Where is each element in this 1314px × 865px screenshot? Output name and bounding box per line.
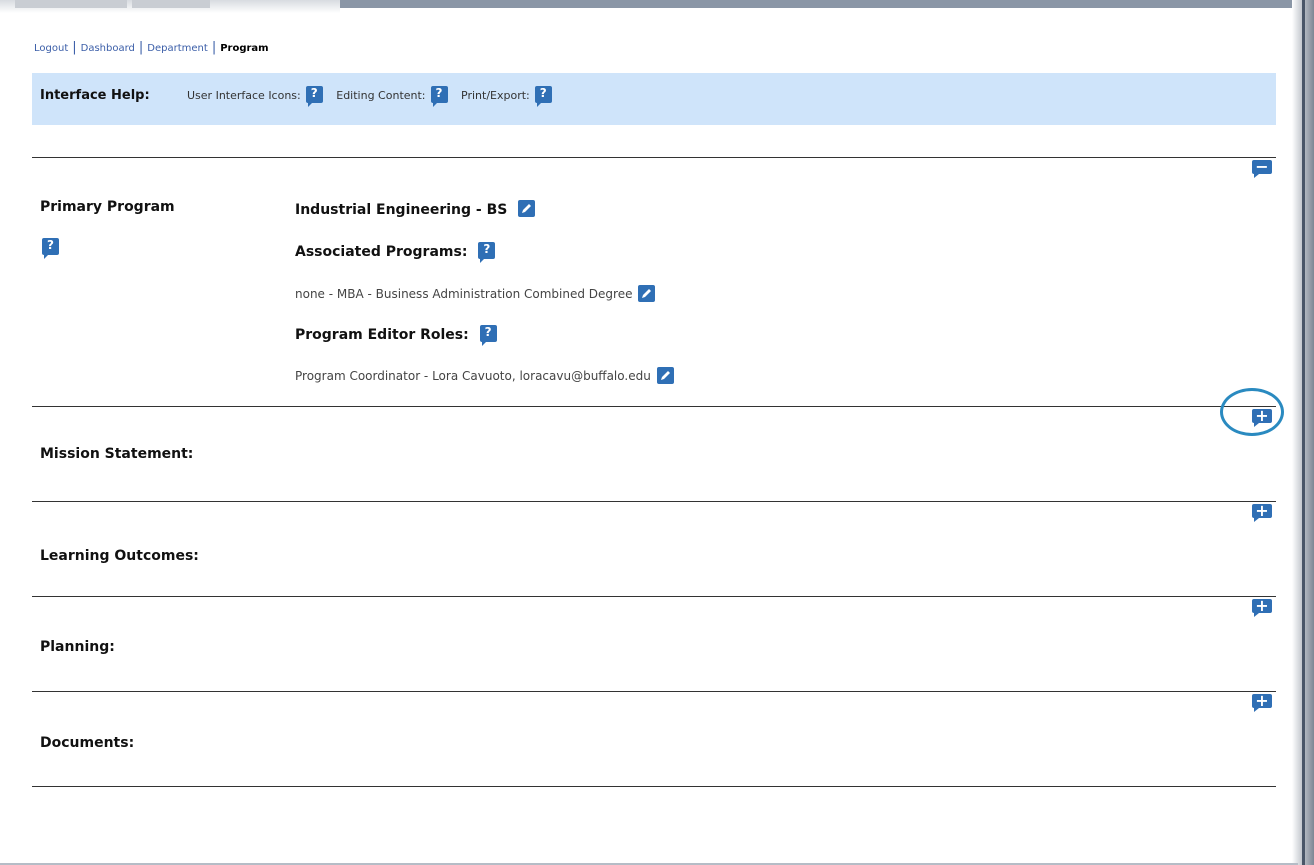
expand-section-icon[interactable]: +	[1252, 503, 1272, 522]
help-icon[interactable]: ?	[430, 85, 448, 107]
edit-pencil-icon[interactable]	[638, 284, 656, 302]
help-icon[interactable]: ?	[42, 238, 59, 259]
breadcrumb: Logout | Dashboard | Department | Program	[34, 40, 269, 55]
associated-programs-label: Associated Programs: ?	[295, 242, 496, 263]
help-item-label: User Interface Icons:	[187, 89, 301, 103]
associated-programs-value: none - MBA - Business Administration Com…	[295, 284, 656, 302]
help-icon[interactable]: ?	[534, 85, 552, 107]
help-icon[interactable]: ?	[305, 85, 323, 107]
window-edge	[1292, 0, 1314, 865]
help-icon[interactable]: ?	[478, 242, 496, 263]
section-divider	[32, 157, 1276, 158]
interface-help-title: Interface Help:	[40, 88, 150, 103]
primary-program-label: Primary Program	[40, 199, 175, 215]
help-item-label: Print/Export:	[461, 89, 530, 103]
section-divider	[32, 691, 1276, 692]
mission-statement-label: Mission Statement:	[40, 446, 194, 462]
learning-outcomes-label: Learning Outcomes:	[40, 548, 199, 564]
edit-pencil-icon[interactable]	[656, 366, 674, 384]
interface-help-items: User Interface Icons:? Editing Content:?…	[187, 85, 562, 107]
program-name: Industrial Engineering - BS	[295, 200, 536, 218]
expand-section-icon[interactable]: +	[1252, 598, 1272, 617]
help-item-print-export: Print/Export:?	[461, 85, 552, 107]
help-item-ui-icons: User Interface Icons:?	[187, 85, 323, 107]
department-link[interactable]: Department	[147, 43, 208, 54]
breadcrumb-current: Program	[220, 43, 269, 54]
browser-tab[interactable]	[15, 0, 127, 8]
breadcrumb-separator: |	[72, 40, 77, 55]
documents-label: Documents:	[40, 735, 135, 751]
program-editor-roles-label: Program Editor Roles: ?	[295, 325, 497, 346]
help-icon[interactable]: ?	[479, 325, 497, 346]
expand-section-icon[interactable]: +	[1252, 693, 1272, 712]
edit-pencil-icon[interactable]	[518, 200, 536, 217]
highlight-circle-annotation	[1220, 388, 1284, 436]
section-divider	[32, 406, 1276, 407]
interface-help-bar: Interface Help: User Interface Icons:? E…	[32, 73, 1276, 125]
logout-link[interactable]: Logout	[34, 43, 68, 54]
window-top-strip	[0, 0, 1314, 13]
program-editor-roles-value: Program Coordinator - Lora Cavuoto, lora…	[295, 366, 674, 384]
breadcrumb-separator: |	[211, 40, 217, 55]
collapse-section-icon[interactable]: −	[1252, 159, 1272, 178]
planning-label: Planning:	[40, 639, 115, 655]
help-item-label: Editing Content:	[336, 89, 426, 103]
browser-tab[interactable]	[132, 0, 210, 8]
dashboard-link[interactable]: Dashboard	[81, 43, 135, 54]
section-divider	[32, 786, 1276, 787]
help-item-editing: Editing Content:?	[336, 85, 448, 107]
breadcrumb-separator: |	[138, 40, 144, 55]
section-divider	[32, 501, 1276, 502]
section-divider	[32, 596, 1276, 597]
